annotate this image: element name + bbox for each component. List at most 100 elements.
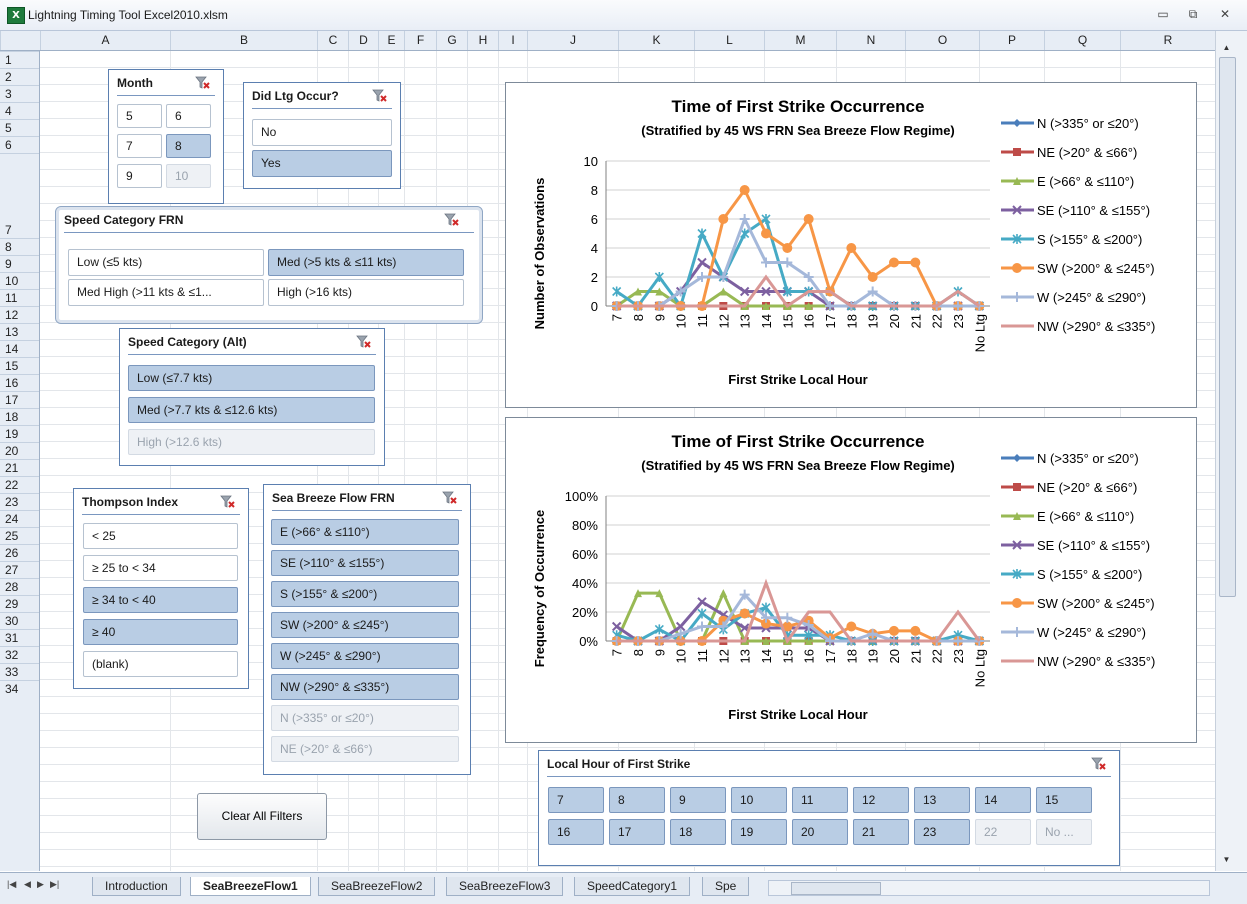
column-header[interactable]: G bbox=[436, 31, 467, 50]
sheet-tab[interactable]: Introduction bbox=[92, 877, 181, 896]
slicer-item[interactable]: 10 bbox=[731, 787, 787, 813]
row-header[interactable]: 30 bbox=[0, 612, 39, 629]
row-header[interactable]: 16 bbox=[0, 374, 39, 391]
row-header[interactable]: 17 bbox=[0, 391, 39, 408]
clear-filter-icon[interactable] bbox=[372, 89, 388, 103]
slicer-item[interactable]: No ... bbox=[1036, 819, 1092, 845]
column-header[interactable]: F bbox=[404, 31, 436, 50]
row-header[interactable]: 10 bbox=[0, 272, 39, 289]
slicer-item[interactable]: NE (>20° & ≤66°) bbox=[271, 736, 459, 762]
horizontal-scrollbar[interactable] bbox=[768, 880, 1210, 896]
slicer-item[interactable]: 15 bbox=[1036, 787, 1092, 813]
prev-sheet-icon[interactable]: ◀ bbox=[24, 879, 31, 890]
column-header[interactable]: M bbox=[764, 31, 836, 50]
column-header[interactable]: P bbox=[979, 31, 1044, 50]
row-header[interactable]: 26 bbox=[0, 544, 39, 561]
slicer-item[interactable]: 14 bbox=[975, 787, 1031, 813]
slicer-item[interactable]: ≥ 25 to < 34 bbox=[83, 555, 238, 581]
row-header[interactable]: 19 bbox=[0, 425, 39, 442]
row-header[interactable]: 1 bbox=[0, 51, 39, 68]
column-header[interactable]: H bbox=[467, 31, 498, 50]
slicer-item[interactable]: Med (>5 kts & ≤11 kts) bbox=[268, 249, 464, 276]
row-header[interactable]: 4 bbox=[0, 102, 39, 119]
slicer-item[interactable]: 16 bbox=[548, 819, 604, 845]
slicer-item[interactable]: High (>16 kts) bbox=[268, 279, 464, 306]
clear-filter-icon[interactable] bbox=[1091, 757, 1107, 771]
row-header[interactable]: 32 bbox=[0, 646, 39, 663]
slicer-item[interactable]: 19 bbox=[731, 819, 787, 845]
horizontal-scroll-thumb[interactable] bbox=[791, 882, 881, 895]
slicer-item[interactable]: N (>335° or ≤20°) bbox=[271, 705, 459, 731]
vertical-scroll-thumb[interactable] bbox=[1219, 57, 1236, 597]
slicer-item[interactable]: No bbox=[252, 119, 392, 146]
row-header[interactable]: 6 bbox=[0, 136, 39, 153]
clear-filter-icon[interactable] bbox=[195, 76, 211, 90]
slicer-item[interactable]: 20 bbox=[792, 819, 848, 845]
column-header[interactable]: D bbox=[348, 31, 378, 50]
row-header[interactable]: 14 bbox=[0, 340, 39, 357]
sheet-tab[interactable]: SeaBreezeFlow2 bbox=[318, 877, 436, 896]
slicer-item[interactable]: < 25 bbox=[83, 523, 238, 549]
row-header[interactable]: 3 bbox=[0, 85, 39, 102]
slicer-item[interactable]: S (>155° & ≤200°) bbox=[271, 581, 459, 607]
slicer-item[interactable]: (blank) bbox=[83, 651, 238, 677]
row-header[interactable]: 34 bbox=[0, 680, 39, 697]
slicer-item[interactable]: 10 bbox=[166, 164, 211, 188]
chart-observations[interactable]: Time of First Strike Occurrence (Stratifi… bbox=[505, 82, 1197, 408]
slicer-item[interactable]: 23 bbox=[914, 819, 970, 845]
vertical-scrollbar[interactable]: ▲ ▼ bbox=[1215, 31, 1247, 871]
slicer-item[interactable]: Med High (>11 kts & ≤1... bbox=[68, 279, 264, 306]
slicer-item[interactable]: SE (>110° & ≤155°) bbox=[271, 550, 459, 576]
row-header[interactable]: 15 bbox=[0, 357, 39, 374]
row-header[interactable]: 24 bbox=[0, 510, 39, 527]
next-sheet-icon[interactable]: ▶ bbox=[37, 879, 44, 890]
row-header[interactable]: 28 bbox=[0, 578, 39, 595]
row-header[interactable]: 11 bbox=[0, 289, 39, 306]
row-header[interactable]: 2 bbox=[0, 68, 39, 85]
row-header[interactable]: 9 bbox=[0, 255, 39, 272]
row-header[interactable]: 5 bbox=[0, 119, 39, 136]
scroll-up-icon[interactable]: ▲ bbox=[1219, 41, 1234, 55]
sheet-tab[interactable]: SpeedCategory1 bbox=[574, 877, 691, 896]
row-header[interactable]: 27 bbox=[0, 561, 39, 578]
row-header[interactable]: 22 bbox=[0, 476, 39, 493]
row-header[interactable]: 33 bbox=[0, 663, 39, 680]
column-header[interactable]: J bbox=[527, 31, 618, 50]
slicer-item[interactable]: ≥ 40 bbox=[83, 619, 238, 645]
slicer-item[interactable]: SW (>200° & ≤245°) bbox=[271, 612, 459, 638]
slicer-item[interactable]: 7 bbox=[548, 787, 604, 813]
column-header[interactable]: L bbox=[694, 31, 764, 50]
slicer-item[interactable]: 21 bbox=[853, 819, 909, 845]
row-header[interactable]: 12 bbox=[0, 306, 39, 323]
clear-filter-icon[interactable] bbox=[442, 491, 458, 505]
sheet-tab[interactable]: SeaBreezeFlow1 bbox=[190, 877, 311, 896]
column-header[interactable]: N bbox=[836, 31, 905, 50]
row-header[interactable]: 29 bbox=[0, 595, 39, 612]
column-header[interactable]: R bbox=[1120, 31, 1215, 50]
row-header[interactable]: 8 bbox=[0, 238, 39, 255]
slicer-item[interactable]: ≥ 34 to < 40 bbox=[83, 587, 238, 613]
restore-icon[interactable]: ⧉ bbox=[1180, 4, 1206, 24]
row-header[interactable]: 18 bbox=[0, 408, 39, 425]
column-header[interactable]: E bbox=[378, 31, 404, 50]
slicer-item[interactable]: E (>66° & ≤110°) bbox=[271, 519, 459, 545]
clear-all-filters-button[interactable]: Clear All Filters bbox=[197, 793, 327, 840]
row-header[interactable]: 7 bbox=[0, 153, 39, 238]
sheet-tab[interactable]: SeaBreezeFlow3 bbox=[446, 877, 564, 896]
row-header[interactable]: 13 bbox=[0, 323, 39, 340]
slicer-item[interactable]: Med (>7.7 kts & ≤12.6 kts) bbox=[128, 397, 375, 423]
row-header[interactable]: 20 bbox=[0, 442, 39, 459]
scroll-down-icon[interactable]: ▼ bbox=[1219, 853, 1234, 867]
sheet-tab[interactable]: Spe bbox=[702, 877, 750, 896]
row-header[interactable]: 21 bbox=[0, 459, 39, 476]
last-sheet-icon[interactable]: ▶| bbox=[50, 879, 59, 890]
row-header[interactable]: 23 bbox=[0, 493, 39, 510]
slicer-item[interactable]: 9 bbox=[670, 787, 726, 813]
slicer-item[interactable]: 7 bbox=[117, 134, 162, 158]
clear-filter-icon[interactable] bbox=[444, 213, 460, 227]
slicer-item[interactable]: 8 bbox=[166, 134, 211, 158]
excel-app-icon[interactable]: X bbox=[7, 7, 25, 24]
row-header[interactable]: 31 bbox=[0, 629, 39, 646]
slicer-item[interactable]: 13 bbox=[914, 787, 970, 813]
slicer-item[interactable]: 8 bbox=[609, 787, 665, 813]
